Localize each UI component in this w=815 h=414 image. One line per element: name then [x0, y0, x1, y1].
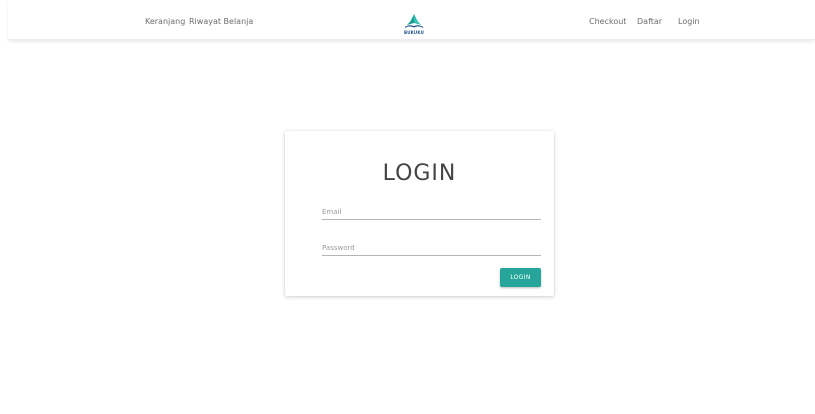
login-title: LOGIN	[382, 161, 457, 186]
brand-name: BUKUKU	[403, 30, 425, 35]
brand-logo[interactable]: BUKUKU	[401, 12, 427, 38]
login-button[interactable]: LOGIN	[500, 268, 541, 287]
email-field[interactable]	[322, 204, 541, 220]
login-card: LOGIN LOGIN	[285, 131, 554, 296]
password-field[interactable]	[322, 240, 541, 256]
nav-link-riwayat-belanja[interactable]: Riwayat Belanja	[189, 17, 253, 26]
nav-link-daftar[interactable]: Daftar	[637, 17, 662, 26]
nav-link-checkout[interactable]: Checkout	[589, 17, 626, 26]
nav-link-login[interactable]: Login	[678, 17, 700, 26]
nav-link-keranjang[interactable]: Keranjang	[145, 17, 185, 26]
top-navbar: Keranjang Riwayat Belanja BUKUKU Checkou…	[8, 0, 815, 40]
open-book-icon	[405, 14, 423, 28]
